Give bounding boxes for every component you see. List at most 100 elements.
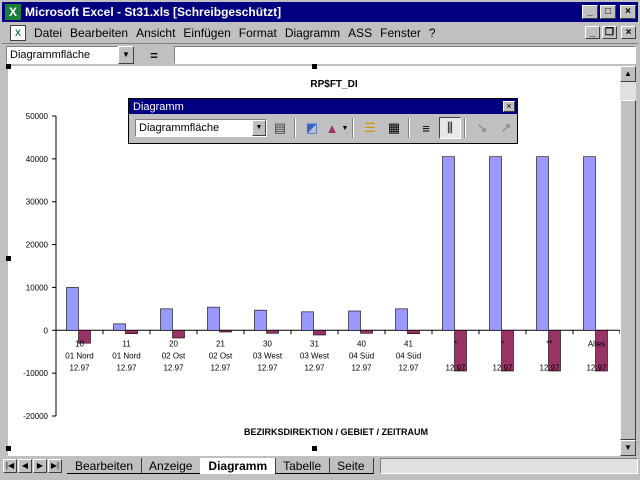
menu-datei[interactable]: Datei (30, 26, 66, 40)
last-icon: ▶| (50, 461, 60, 470)
menu-help[interactable]: ? (425, 26, 440, 40)
bar-series-2 (125, 329, 138, 335)
x-tick-label: 40 (357, 339, 366, 348)
minimize-button[interactable]: _ (582, 5, 598, 19)
data-table-icon: ▦ (387, 120, 401, 135)
selection-handle[interactable] (6, 256, 11, 261)
chart-type-button[interactable]: ◩ (301, 117, 323, 139)
equals-button[interactable]: = (134, 48, 174, 63)
restore-icon: ❐ (605, 27, 614, 38)
by-column-button[interactable]: ⫼ (439, 117, 461, 139)
bar-series-2 (360, 329, 373, 334)
tab-seite[interactable]: Seite (329, 458, 374, 474)
tab-tabelle[interactable]: Tabelle (275, 458, 331, 474)
toolbar-close-button[interactable]: × (503, 101, 515, 112)
title-bar[interactable]: X Microsoft Excel - St31.xls [Schreibges… (2, 2, 638, 22)
last-sheet-button[interactable]: ▶| (48, 459, 62, 473)
tab-anzeige[interactable]: Anzeige (141, 458, 202, 474)
x-tick-label: 12.97 (257, 363, 278, 372)
close-button[interactable]: × (620, 5, 636, 19)
formula-input[interactable] (174, 46, 636, 64)
y-tick-label: -10000 (23, 369, 48, 378)
bar-series-1 (348, 310, 361, 331)
angle-text-up-button[interactable]: ↗ (495, 117, 517, 139)
chart-toolbar-title: Diagramm (133, 100, 184, 113)
bar-series-2 (219, 329, 232, 333)
maximize-button[interactable]: □ (600, 5, 616, 19)
prev-sheet-button[interactable]: ◀ (18, 459, 32, 473)
bar-series-1 (66, 287, 79, 331)
doc-restore-button[interactable]: ❐ (602, 26, 617, 39)
y-tick-label: 50000 (26, 112, 49, 121)
doc-minimize-button[interactable]: _ (585, 26, 600, 39)
scroll-up-button[interactable]: ▲ (620, 66, 636, 82)
x-tick-label: 03 West (253, 351, 283, 360)
selection-handle[interactable] (312, 446, 317, 451)
formula-bar: Diagrammfläche ▼ = (2, 44, 638, 66)
x-tick-label: 12.97 (163, 363, 184, 372)
menu-fenster[interactable]: Fenster (376, 26, 425, 40)
vertical-scrollbar[interactable]: ▲ ▼ (620, 66, 636, 456)
menu-diagramm[interactable]: Diagramm (281, 26, 344, 40)
bar-series-1 (207, 306, 220, 331)
y-tick-label: 0 (44, 326, 49, 335)
x-tick-label: 20 (169, 339, 178, 348)
legend-button[interactable]: ☰ (359, 117, 381, 139)
bar-series-1 (160, 308, 173, 331)
x-tick-label: 21 (216, 339, 225, 348)
bar-series-2 (313, 329, 326, 336)
chart-title: RP$FT_DI (310, 79, 357, 90)
chart-type-dropdown[interactable]: ▲ (325, 117, 339, 139)
selection-handle[interactable] (6, 64, 11, 69)
arrow-up-icon: ▲ (624, 69, 632, 78)
format-object-button[interactable]: ▤ (269, 117, 291, 139)
horizontal-scrollbar[interactable] (379, 458, 638, 474)
x-tick-label: 12.97 (539, 363, 560, 372)
x-tick-label: 01 Nord (65, 351, 93, 360)
x-tick-label: 31 (310, 339, 319, 348)
angle-text-down-button[interactable]: ↘ (471, 117, 493, 139)
name-box-dropdown[interactable]: ▼ (118, 46, 134, 64)
close-icon: × (625, 6, 631, 17)
bar-series-1 (583, 156, 596, 331)
chart-object-select[interactable]: Diagrammfläche ▼ (135, 119, 267, 137)
menu-ass[interactable]: ASS (344, 26, 376, 40)
by-row-button[interactable]: ≡ (415, 117, 437, 139)
selection-handle[interactable] (6, 446, 11, 451)
menu-ansicht[interactable]: Ansicht (132, 26, 179, 40)
dropdown-arrow-icon[interactable]: ▼ (252, 120, 266, 136)
doc-close-button[interactable]: × (621, 26, 636, 39)
first-sheet-button[interactable]: |◀ (3, 459, 17, 473)
dropdown-arrow-icon: ▼ (341, 124, 349, 132)
bar-series-1 (301, 311, 314, 331)
tab-bearbeiten[interactable]: Bearbeiten (67, 458, 143, 474)
selection-handle[interactable] (312, 64, 317, 69)
tab-diagramm[interactable]: Diagramm (200, 458, 277, 474)
data-table-button[interactable]: ▦ (383, 117, 405, 139)
workbook-icon[interactable]: X (10, 24, 26, 41)
chart-type-icon: ◩ (305, 120, 319, 135)
chart-type-arrow[interactable]: ▼ (341, 117, 349, 139)
next-sheet-button[interactable]: ▶ (33, 459, 47, 473)
minimize-icon: _ (587, 6, 593, 17)
menu-bar: X Datei Bearbeiten Ansicht Einfügen Form… (2, 22, 638, 44)
menu-format[interactable]: Format (235, 26, 281, 40)
x-tick-label: 12.97 (210, 363, 231, 372)
chart-toolbar[interactable]: Diagramm × Diagrammfläche ▼ ▤ ◩ ▲ ▼ ☰ ▦ … (128, 98, 518, 144)
legend-icon: ☰ (364, 120, 376, 135)
menu-bearbeiten[interactable]: Bearbeiten (66, 26, 132, 40)
x-tick-label: 41 (404, 339, 413, 348)
scroll-down-button[interactable]: ▼ (620, 440, 636, 456)
toolbar-separator (464, 118, 466, 138)
chart-toolbar-titlebar[interactable]: Diagramm × (129, 99, 517, 114)
excel-icon[interactable]: X (5, 4, 21, 20)
arrow-down-icon: ▼ (624, 443, 632, 452)
name-box[interactable]: Diagrammfläche (6, 46, 118, 64)
x-tick-label: 12.97 (351, 363, 372, 372)
format-object-icon: ▤ (273, 120, 287, 135)
menu-einfuegen[interactable]: Einfügen (179, 26, 234, 40)
by-row-icon: ≡ (422, 120, 430, 136)
by-column-icon: ⫼ (447, 120, 453, 135)
sheet-tab-bar: |◀ ◀ ▶ ▶| Bearbeiten Anzeige Diagramm Ta… (2, 456, 638, 476)
vertical-scroll-thumb[interactable] (620, 100, 636, 440)
